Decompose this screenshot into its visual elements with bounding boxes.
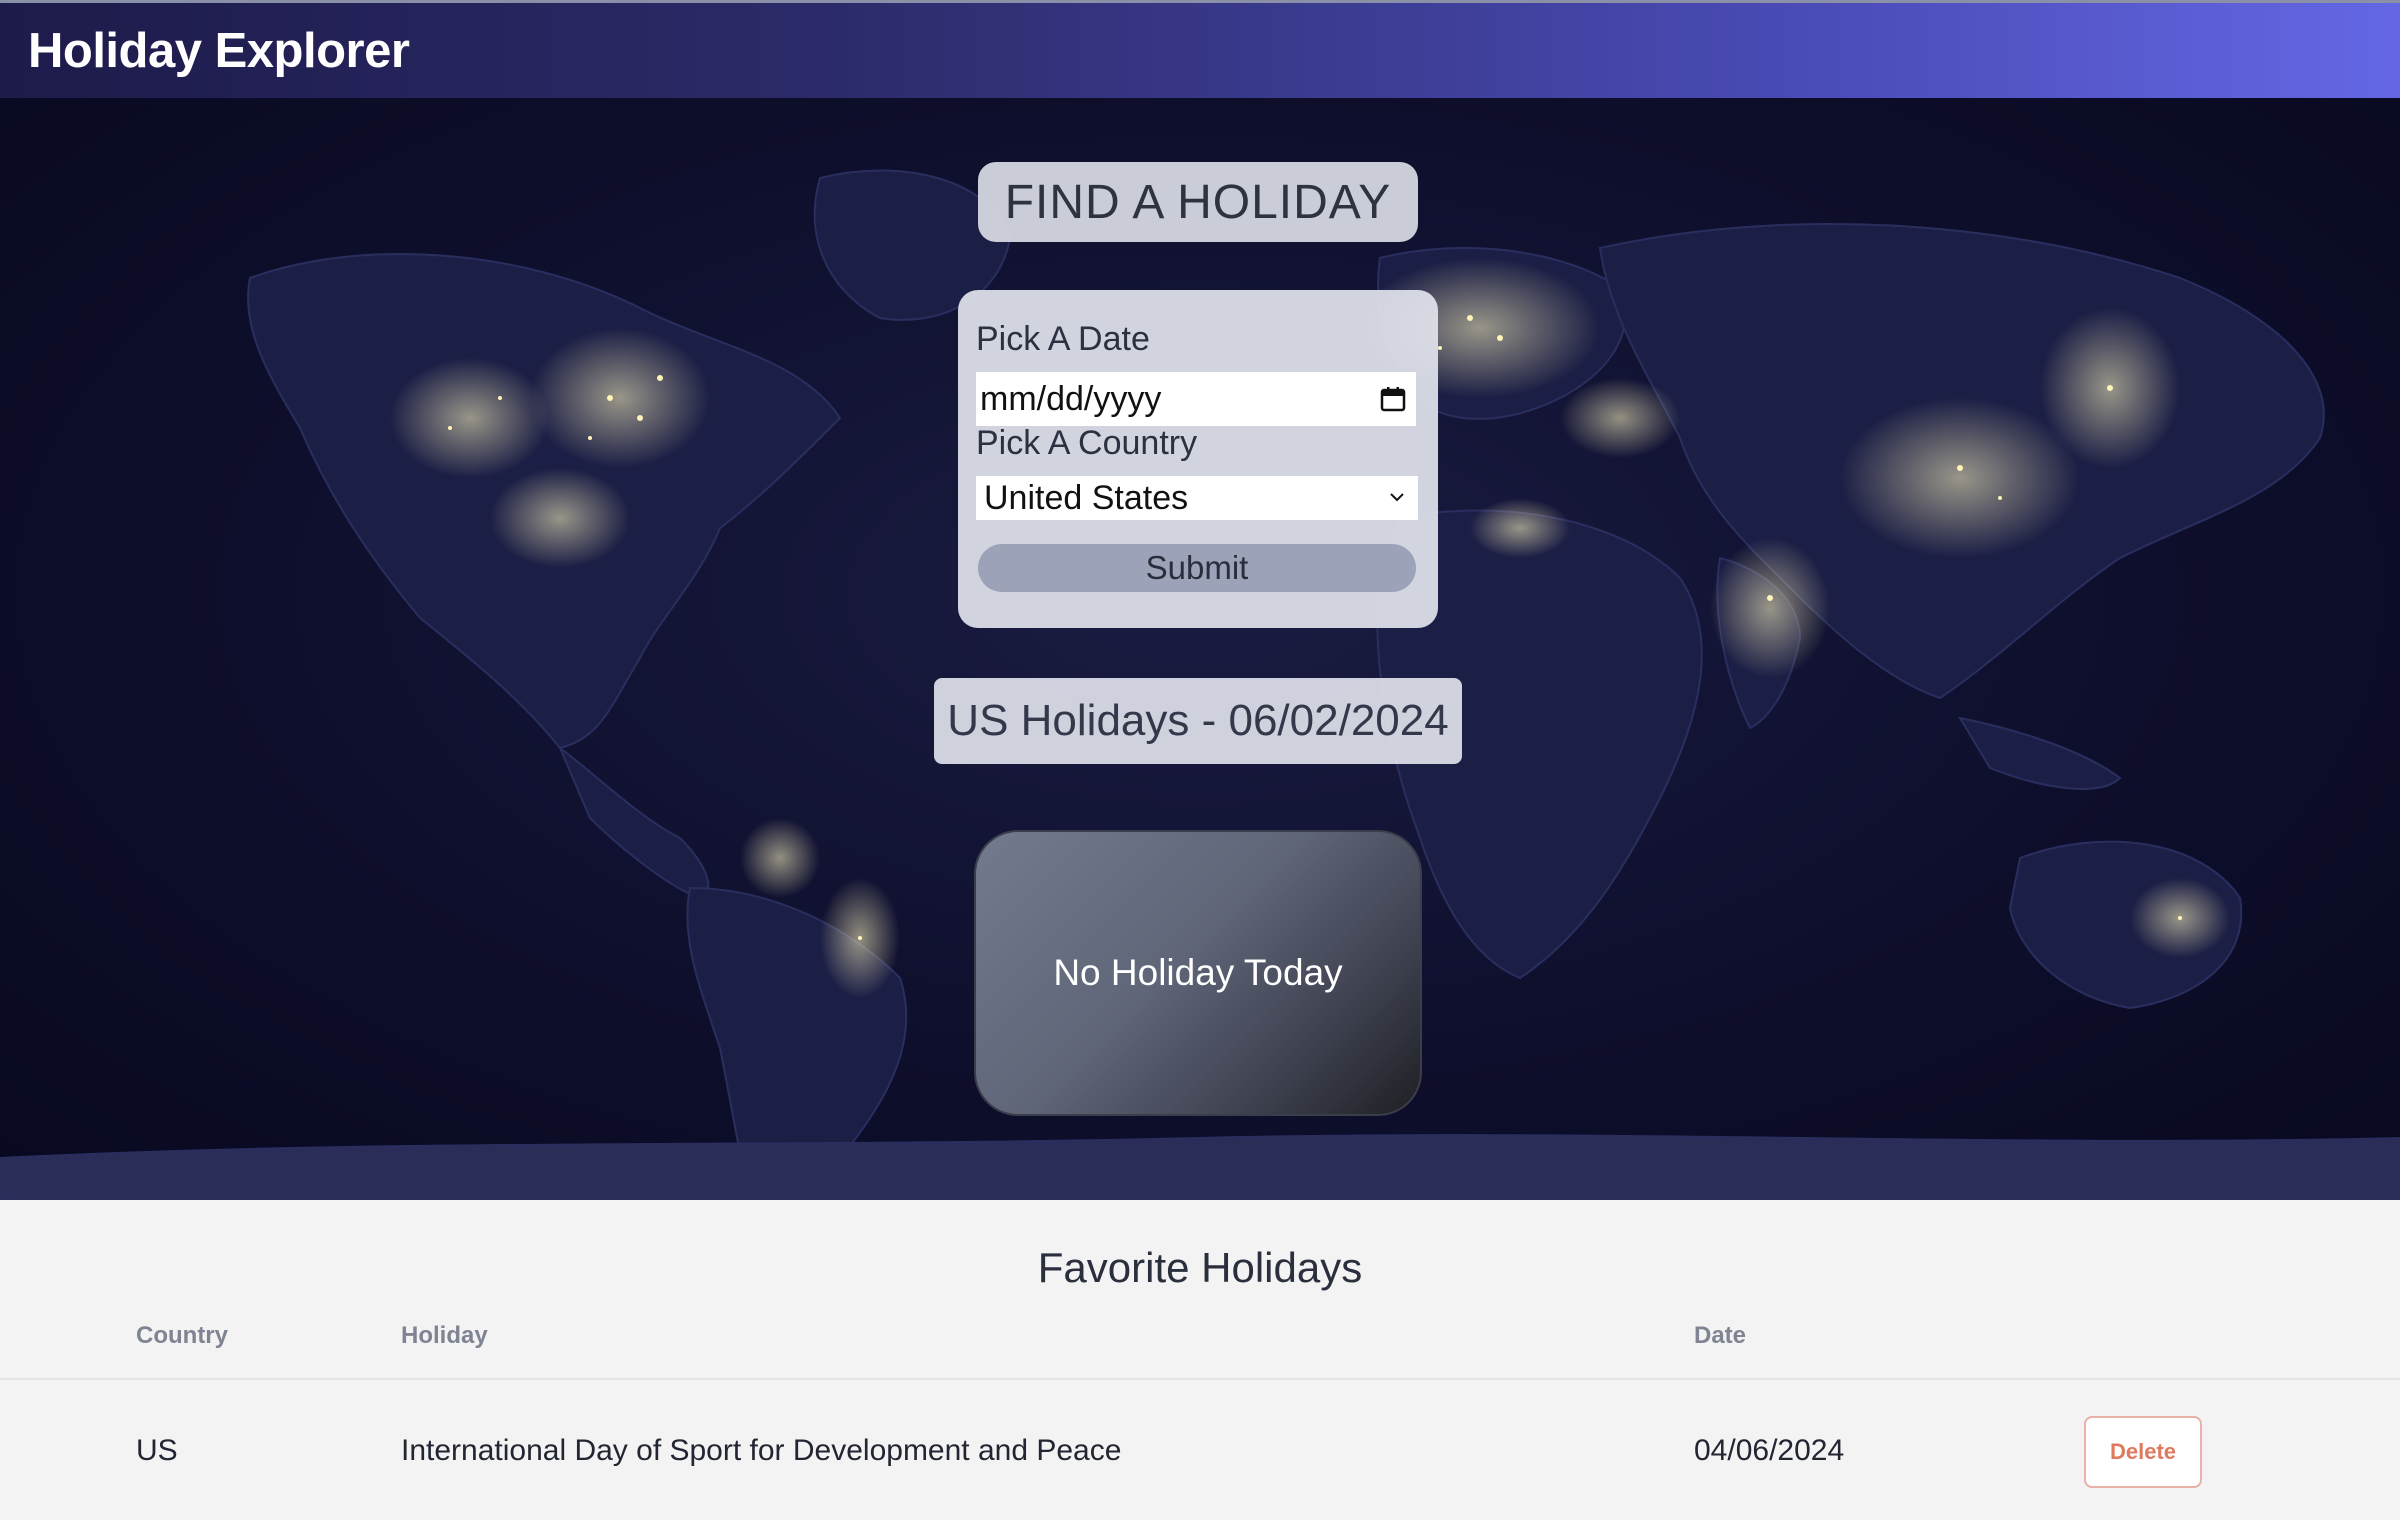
chevron-down-icon bbox=[1384, 484, 1410, 510]
results-heading: US Holidays - 06/02/2024 bbox=[934, 678, 1462, 764]
country-select-value: United States bbox=[984, 478, 1189, 517]
favorites-section: Favorite Holidays Country Holiday Date U… bbox=[0, 1200, 2400, 1520]
cell-country: US bbox=[136, 1434, 178, 1467]
hero-map-section: FIND A HOLIDAY Pick A Date mm/dd/yyyy Pi… bbox=[0, 98, 2400, 1200]
country-label: Pick A Country bbox=[976, 424, 1198, 462]
submit-button[interactable]: Submit bbox=[978, 544, 1416, 592]
column-header-country: Country bbox=[136, 1322, 228, 1349]
favorites-title: Favorite Holidays bbox=[1037, 1244, 1363, 1291]
result-message: No Holiday Today bbox=[1053, 952, 1343, 993]
column-header-holiday: Holiday bbox=[401, 1322, 488, 1349]
cell-holiday: International Day of Sport for Developme… bbox=[401, 1434, 1122, 1467]
cell-date: 04/06/2024 bbox=[1694, 1434, 1845, 1467]
column-header-date: Date bbox=[1694, 1322, 1747, 1349]
app-title: Holiday Explorer bbox=[28, 24, 410, 78]
date-label: Pick A Date bbox=[976, 320, 1150, 358]
country-select[interactable]: United States bbox=[976, 476, 1418, 520]
table-divider bbox=[0, 1378, 2400, 1380]
date-input[interactable]: mm/dd/yyyy bbox=[976, 372, 1416, 426]
calendar-icon[interactable] bbox=[1378, 384, 1408, 414]
holiday-search-form: Pick A Date mm/dd/yyyy Pick A Country Un… bbox=[958, 290, 1438, 628]
holiday-result-card: No Holiday Today bbox=[974, 830, 1422, 1116]
app-header: Holiday Explorer bbox=[0, 0, 2400, 98]
date-input-placeholder: mm/dd/yyyy bbox=[980, 379, 1162, 418]
delete-button[interactable]: Delete bbox=[2084, 1416, 2202, 1488]
find-holiday-heading: FIND A HOLIDAY bbox=[978, 162, 1418, 242]
